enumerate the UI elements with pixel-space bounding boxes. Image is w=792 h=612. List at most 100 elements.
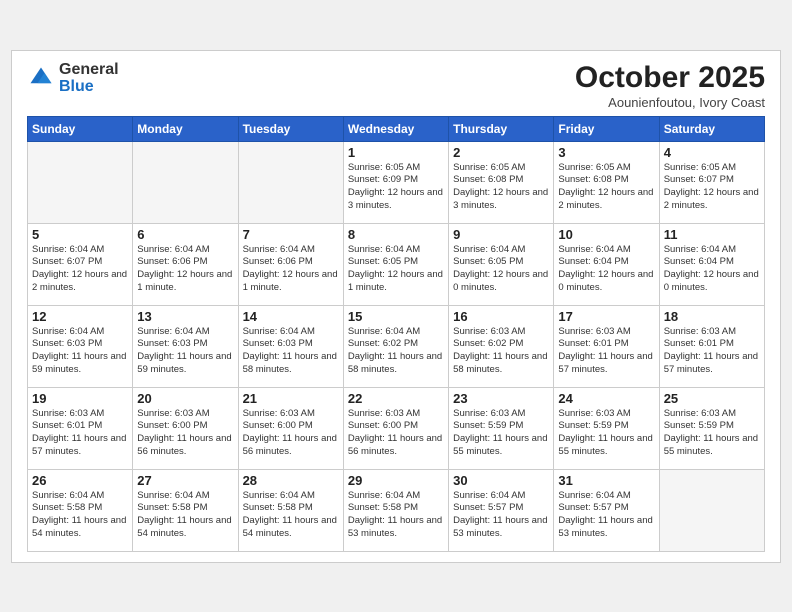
title-block: October 2025 Aounienfoutou, Ivory Coast bbox=[575, 61, 765, 110]
calendar-header: General Blue October 2025 Aounienfoutou,… bbox=[27, 61, 765, 110]
week-row-2: 12Sunrise: 6:04 AM Sunset: 6:03 PM Dayli… bbox=[28, 305, 765, 387]
week-row-1: 5Sunrise: 6:04 AM Sunset: 6:07 PM Daylig… bbox=[28, 223, 765, 305]
day-number: 18 bbox=[664, 309, 760, 324]
calendar-container: General Blue October 2025 Aounienfoutou,… bbox=[11, 50, 781, 563]
day-info: Sunrise: 6:03 AM Sunset: 6:01 PM Dayligh… bbox=[558, 326, 654, 377]
logo-general-text: General bbox=[59, 61, 119, 79]
day-info: Sunrise: 6:04 AM Sunset: 5:57 PM Dayligh… bbox=[558, 490, 654, 541]
header-cell-monday: Monday bbox=[133, 116, 238, 141]
day-info: Sunrise: 6:04 AM Sunset: 6:03 PM Dayligh… bbox=[243, 326, 339, 377]
day-info: Sunrise: 6:04 AM Sunset: 6:02 PM Dayligh… bbox=[348, 326, 444, 377]
day-cell: 17 Sunrise: 6:03 AM Sunset: 6:01 PM Dayli… bbox=[554, 305, 659, 387]
day-info: Sunrise: 6:03 AM Sunset: 6:00 PM Dayligh… bbox=[348, 408, 444, 459]
day-cell: 19Sunrise: 6:03 AM Sunset: 6:01 PM Dayli… bbox=[28, 387, 133, 469]
day-cell: 14 Sunrise: 6:04 AM Sunset: 6:03 PM Dayli… bbox=[238, 305, 343, 387]
day-number: 24 bbox=[558, 391, 654, 406]
day-info: Sunrise: 6:05 AM Sunset: 6:08 PM Dayligh… bbox=[558, 162, 654, 213]
day-number: 4 bbox=[664, 145, 760, 160]
day-number: 22 bbox=[348, 391, 444, 406]
day-cell: 23 Sunrise: 6:03 AM Sunset: 5:59 PM Dayli… bbox=[449, 387, 554, 469]
day-number: 1 bbox=[348, 145, 444, 160]
day-cell: 12Sunrise: 6:04 AM Sunset: 6:03 PM Dayli… bbox=[28, 305, 133, 387]
logo: General Blue bbox=[27, 61, 119, 96]
day-cell: 13Sunrise: 6:04 AM Sunset: 6:03 PM Dayli… bbox=[133, 305, 238, 387]
day-number: 2 bbox=[453, 145, 549, 160]
header-cell-saturday: Saturday bbox=[659, 116, 764, 141]
day-cell bbox=[133, 141, 238, 223]
week-row-4: 26 Sunrise: 6:04 AM Sunset: 5:58 PM Dayli… bbox=[28, 469, 765, 551]
day-info: Sunrise: 6:03 AM Sunset: 6:01 PM Dayligh… bbox=[664, 326, 760, 377]
header-cell-friday: Friday bbox=[554, 116, 659, 141]
location-subtitle: Aounienfoutou, Ivory Coast bbox=[575, 95, 765, 110]
day-number: 29 bbox=[348, 473, 444, 488]
calendar-thead: SundayMondayTuesdayWednesdayThursdayFrid… bbox=[28, 116, 765, 141]
day-number: 11 bbox=[664, 227, 760, 242]
day-cell: 7 Sunrise: 6:04 AM Sunset: 6:06 PM Daylig… bbox=[238, 223, 343, 305]
day-cell: 15 Sunrise: 6:04 AM Sunset: 6:02 PM Dayli… bbox=[343, 305, 448, 387]
day-info: Sunrise: 6:05 AM Sunset: 6:09 PM Dayligh… bbox=[348, 162, 444, 213]
day-info: Sunrise: 6:03 AM Sunset: 5:59 PM Dayligh… bbox=[453, 408, 549, 459]
day-cell: 18 Sunrise: 6:03 AM Sunset: 6:01 PM Dayli… bbox=[659, 305, 764, 387]
day-info: Sunrise: 6:04 AM Sunset: 5:58 PM Dayligh… bbox=[137, 490, 233, 541]
day-info: Sunrise: 6:04 AM Sunset: 6:06 PM Dayligh… bbox=[137, 244, 233, 295]
day-info: Sunrise: 6:03 AM Sunset: 6:00 PM Dayligh… bbox=[137, 408, 233, 459]
calendar-table: SundayMondayTuesdayWednesdayThursdayFrid… bbox=[27, 116, 765, 552]
day-info: Sunrise: 6:04 AM Sunset: 6:06 PM Dayligh… bbox=[243, 244, 339, 295]
day-number: 14 bbox=[243, 309, 339, 324]
day-info: Sunrise: 6:03 AM Sunset: 6:02 PM Dayligh… bbox=[453, 326, 549, 377]
day-number: 27 bbox=[137, 473, 233, 488]
day-number: 16 bbox=[453, 309, 549, 324]
day-cell bbox=[238, 141, 343, 223]
day-number: 28 bbox=[243, 473, 339, 488]
header-cell-thursday: Thursday bbox=[449, 116, 554, 141]
day-info: Sunrise: 6:03 AM Sunset: 6:00 PM Dayligh… bbox=[243, 408, 339, 459]
day-cell: 1 Sunrise: 6:05 AM Sunset: 6:09 PM Daylig… bbox=[343, 141, 448, 223]
day-cell: 24 Sunrise: 6:03 AM Sunset: 5:59 PM Dayli… bbox=[554, 387, 659, 469]
day-info: Sunrise: 6:04 AM Sunset: 6:05 PM Dayligh… bbox=[348, 244, 444, 295]
day-cell: 11Sunrise: 6:04 AM Sunset: 6:04 PM Dayli… bbox=[659, 223, 764, 305]
day-cell: 28 Sunrise: 6:04 AM Sunset: 5:58 PM Dayli… bbox=[238, 469, 343, 551]
day-cell: 21 Sunrise: 6:03 AM Sunset: 6:00 PM Dayli… bbox=[238, 387, 343, 469]
day-cell: 5Sunrise: 6:04 AM Sunset: 6:07 PM Daylig… bbox=[28, 223, 133, 305]
day-number: 25 bbox=[664, 391, 760, 406]
day-number: 15 bbox=[348, 309, 444, 324]
week-row-0: 1 Sunrise: 6:05 AM Sunset: 6:09 PM Daylig… bbox=[28, 141, 765, 223]
day-info: Sunrise: 6:03 AM Sunset: 6:01 PM Dayligh… bbox=[32, 408, 128, 459]
day-number: 8 bbox=[348, 227, 444, 242]
day-number: 31 bbox=[558, 473, 654, 488]
day-cell bbox=[28, 141, 133, 223]
day-cell bbox=[659, 469, 764, 551]
day-cell: 25Sunrise: 6:03 AM Sunset: 5:59 PM Dayli… bbox=[659, 387, 764, 469]
day-number: 9 bbox=[453, 227, 549, 242]
day-number: 3 bbox=[558, 145, 654, 160]
day-info: Sunrise: 6:03 AM Sunset: 5:59 PM Dayligh… bbox=[558, 408, 654, 459]
day-number: 20 bbox=[137, 391, 233, 406]
day-info: Sunrise: 6:04 AM Sunset: 5:58 PM Dayligh… bbox=[348, 490, 444, 541]
header-cell-sunday: Sunday bbox=[28, 116, 133, 141]
day-info: Sunrise: 6:05 AM Sunset: 6:08 PM Dayligh… bbox=[453, 162, 549, 213]
day-cell: 3 Sunrise: 6:05 AM Sunset: 6:08 PM Daylig… bbox=[554, 141, 659, 223]
day-info: Sunrise: 6:04 AM Sunset: 5:58 PM Dayligh… bbox=[243, 490, 339, 541]
day-cell: 20 Sunrise: 6:03 AM Sunset: 6:00 PM Dayli… bbox=[133, 387, 238, 469]
day-info: Sunrise: 6:04 AM Sunset: 5:57 PM Dayligh… bbox=[453, 490, 549, 541]
day-number: 5 bbox=[32, 227, 128, 242]
week-row-3: 19Sunrise: 6:03 AM Sunset: 6:01 PM Dayli… bbox=[28, 387, 765, 469]
calendar-body: 1 Sunrise: 6:05 AM Sunset: 6:09 PM Daylig… bbox=[28, 141, 765, 551]
day-number: 23 bbox=[453, 391, 549, 406]
day-cell: 2 Sunrise: 6:05 AM Sunset: 6:08 PM Daylig… bbox=[449, 141, 554, 223]
day-info: Sunrise: 6:04 AM Sunset: 6:04 PM Dayligh… bbox=[558, 244, 654, 295]
day-cell: 16 Sunrise: 6:03 AM Sunset: 6:02 PM Dayli… bbox=[449, 305, 554, 387]
day-number: 13 bbox=[137, 309, 233, 324]
day-info: Sunrise: 6:04 AM Sunset: 6:05 PM Dayligh… bbox=[453, 244, 549, 295]
day-cell: 26Sunrise: 6:04 AM Sunset: 5:58 PM Dayli… bbox=[28, 469, 133, 551]
day-number: 26 bbox=[32, 473, 128, 488]
day-cell: 31 Sunrise: 6:04 AM Sunset: 5:57 PM Dayli… bbox=[554, 469, 659, 551]
day-number: 7 bbox=[243, 227, 339, 242]
day-number: 21 bbox=[243, 391, 339, 406]
header-cell-wednesday: Wednesday bbox=[343, 116, 448, 141]
month-title: October 2025 bbox=[575, 61, 765, 95]
day-number: 17 bbox=[558, 309, 654, 324]
header-cell-tuesday: Tuesday bbox=[238, 116, 343, 141]
day-cell: 22 Sunrise: 6:03 AM Sunset: 6:00 PM Dayli… bbox=[343, 387, 448, 469]
day-cell: 6Sunrise: 6:04 AM Sunset: 6:06 PM Daylig… bbox=[133, 223, 238, 305]
